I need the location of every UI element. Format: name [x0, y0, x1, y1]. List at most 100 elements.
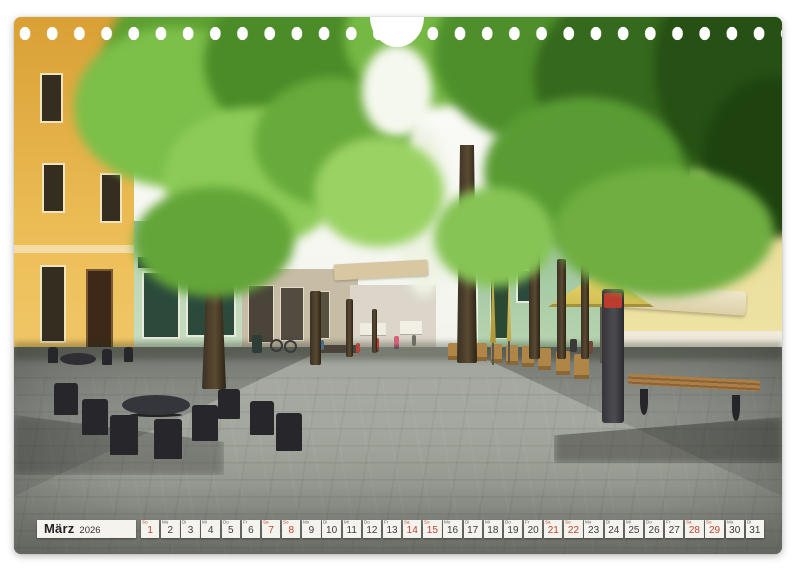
- cafe-chair-wood: [448, 343, 458, 360]
- window: [100, 173, 122, 223]
- day-number: 30: [729, 525, 740, 538]
- day-number: 12: [366, 525, 377, 538]
- market-stall: [400, 321, 422, 334]
- day-number: 28: [689, 525, 700, 538]
- weekday-abbrev: So: [424, 520, 430, 525]
- day-number: 4: [208, 525, 214, 538]
- cafe-chair-wood: [476, 343, 487, 361]
- trash-bin: [252, 335, 262, 353]
- building-door: [86, 269, 113, 351]
- day-cell: Mo 30: [726, 520, 744, 538]
- day-cell: Fr 6: [242, 520, 260, 538]
- weekday-abbrev: So: [283, 520, 289, 525]
- day-number: 6: [248, 525, 254, 538]
- tree-trunk: [557, 259, 566, 359]
- day-number: 18: [487, 525, 498, 538]
- cafe-chair-dark: [54, 383, 78, 415]
- weekday-abbrev: Sa: [545, 520, 551, 525]
- cafe-chair-dark: [192, 405, 218, 441]
- day-number: 31: [749, 525, 760, 538]
- day-cell: Di 10: [322, 520, 340, 538]
- day-cell: Mi 11: [343, 520, 361, 538]
- pedestrian: [356, 343, 360, 353]
- day-number: 5: [228, 525, 234, 538]
- day-cell: Fr 27: [665, 520, 683, 538]
- tree-canopy: [554, 167, 774, 297]
- storefront-glass: [280, 287, 304, 341]
- weekday-abbrev: Di: [606, 520, 610, 525]
- weekday-abbrev: Do: [364, 520, 370, 525]
- day-cell: Do 12: [363, 520, 381, 538]
- tree-canopy: [434, 187, 554, 287]
- calendar-page-photo: März 2026 So 1 Mo 2 Di: [14, 17, 782, 554]
- day-cell: Do 19: [504, 520, 522, 538]
- weekday-abbrev: Do: [505, 520, 511, 525]
- window: [40, 73, 63, 123]
- cafe-table-dark: [60, 353, 96, 365]
- day-cell: Do 26: [645, 520, 663, 538]
- sky-gap: [362, 45, 432, 137]
- weekday-abbrev: Mo: [727, 520, 733, 525]
- window: [40, 265, 66, 343]
- day-cell: Di 31: [746, 520, 764, 538]
- cafe-chair-dark: [110, 415, 138, 455]
- tree-canopy: [314, 137, 444, 247]
- weekday-abbrev: Fr: [525, 520, 529, 525]
- cafe-chair-dark: [48, 347, 58, 363]
- cafe-chair-dark: [154, 419, 182, 459]
- day-number: 1: [147, 525, 153, 538]
- day-cell: Di 3: [181, 520, 199, 538]
- day-cell: Mo 23: [584, 520, 602, 538]
- day-number: 23: [588, 525, 599, 538]
- weekday-abbrev: Do: [223, 520, 229, 525]
- day-number: 25: [628, 525, 639, 538]
- weekday-abbrev: Mo: [162, 520, 168, 525]
- day-number: 15: [427, 525, 438, 538]
- cafe-guest: [570, 339, 577, 352]
- day-number: 7: [268, 525, 274, 538]
- day-cell: So 29: [705, 520, 723, 538]
- tree-trunk: [372, 309, 377, 353]
- month-name: März: [44, 520, 74, 538]
- day-cell: Mi 4: [201, 520, 219, 538]
- day-cell: Fr 13: [383, 520, 401, 538]
- weekday-abbrev: So: [565, 520, 571, 525]
- day-number: 24: [608, 525, 619, 538]
- pedestrian: [394, 336, 399, 349]
- weekday-abbrev: So: [142, 520, 148, 525]
- day-cell: Mo 16: [443, 520, 461, 538]
- pedestrian: [412, 335, 416, 346]
- weekday-abbrev: Fr: [384, 520, 388, 525]
- weekday-abbrev: Mi: [344, 520, 349, 525]
- day-cell: Mo 9: [302, 520, 320, 538]
- weekday-abbrev: So: [706, 520, 712, 525]
- day-number: 22: [568, 525, 579, 538]
- day-number: 13: [386, 525, 397, 538]
- day-cell: Mi 25: [625, 520, 643, 538]
- weekday-abbrev: Di: [182, 520, 186, 525]
- day-number: 27: [669, 525, 680, 538]
- info-pillar: [602, 289, 624, 423]
- day-number: 26: [649, 525, 660, 538]
- weekday-abbrev: Mo: [585, 520, 591, 525]
- weekday-abbrev: Sa: [404, 520, 410, 525]
- day-number: 29: [709, 525, 720, 538]
- day-cell: So 15: [423, 520, 441, 538]
- day-number: 11: [347, 525, 357, 538]
- weekday-abbrev: Di: [323, 520, 327, 525]
- cafe-chair-dark: [218, 389, 240, 419]
- day-number: 9: [309, 525, 315, 538]
- day-number: 20: [528, 525, 539, 538]
- weekday-abbrev: Mo: [444, 520, 450, 525]
- calendar-product-shot: März 2026 So 1 Mo 2 Di: [0, 0, 800, 577]
- day-cell: Sa 7: [262, 520, 280, 538]
- info-pillar-sign: [604, 293, 622, 308]
- day-number: 10: [326, 525, 337, 538]
- day-cell: So 8: [282, 520, 300, 538]
- day-cell: Mi 18: [484, 520, 502, 538]
- cafe-chair-dark: [82, 399, 108, 435]
- day-cell: Sa 21: [544, 520, 562, 538]
- day-cell: Di 17: [464, 520, 482, 538]
- day-number: 21: [548, 525, 559, 538]
- day-cell: Sa 14: [403, 520, 421, 538]
